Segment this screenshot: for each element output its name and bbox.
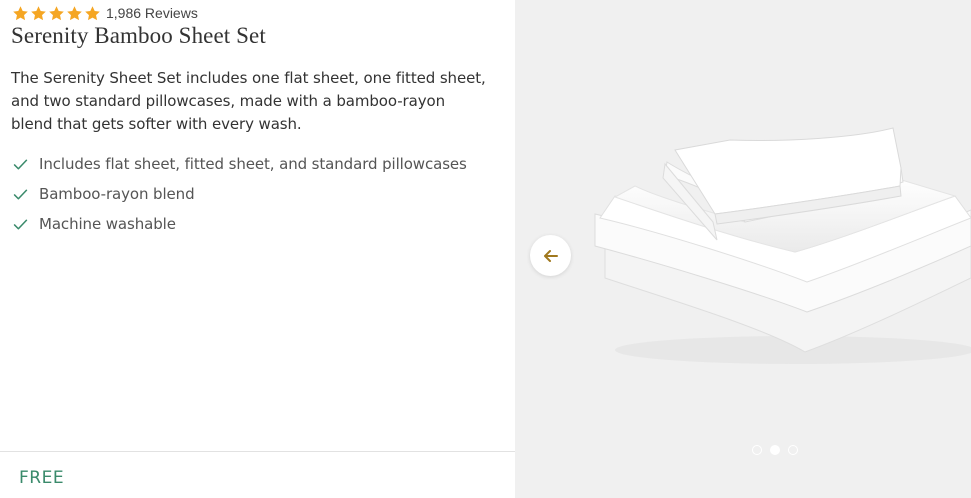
feature-item: Bamboo-rayon blend — [12, 179, 467, 209]
previous-image-button[interactable] — [530, 235, 571, 276]
product-image — [594, 127, 971, 364]
star-icon — [66, 5, 83, 22]
product-image-gallery — [515, 0, 971, 498]
divider — [0, 451, 515, 452]
check-icon — [12, 156, 29, 173]
star-icon — [84, 5, 101, 22]
product-title: Serenity Bamboo Sheet Set — [11, 23, 266, 48]
carousel-dot-active[interactable] — [770, 445, 780, 455]
star-rating — [12, 5, 101, 22]
product-details-panel: 1,986 Reviews Serenity Bamboo Sheet Set … — [0, 0, 515, 498]
price: FREE — [19, 468, 65, 488]
rating[interactable]: 1,986 Reviews — [12, 4, 198, 22]
star-icon — [12, 5, 29, 22]
feature-list: Includes flat sheet, fitted sheet, and s… — [12, 149, 467, 239]
carousel-dot[interactable] — [752, 445, 762, 455]
check-icon — [12, 186, 29, 203]
star-icon — [48, 5, 65, 22]
review-count-link[interactable]: 1,986 Reviews — [106, 5, 198, 21]
feature-text: Machine washable — [39, 215, 176, 233]
carousel-dots — [752, 445, 798, 455]
arrow-left-icon — [541, 246, 561, 266]
star-icon — [30, 5, 47, 22]
feature-item: Machine washable — [12, 209, 467, 239]
feature-text: Includes flat sheet, fitted sheet, and s… — [39, 155, 467, 173]
product-description: The Serenity Sheet Set includes one flat… — [11, 69, 486, 133]
carousel-dot[interactable] — [788, 445, 798, 455]
check-icon — [12, 216, 29, 233]
feature-item: Includes flat sheet, fitted sheet, and s… — [12, 149, 467, 179]
feature-text: Bamboo-rayon blend — [39, 185, 195, 203]
